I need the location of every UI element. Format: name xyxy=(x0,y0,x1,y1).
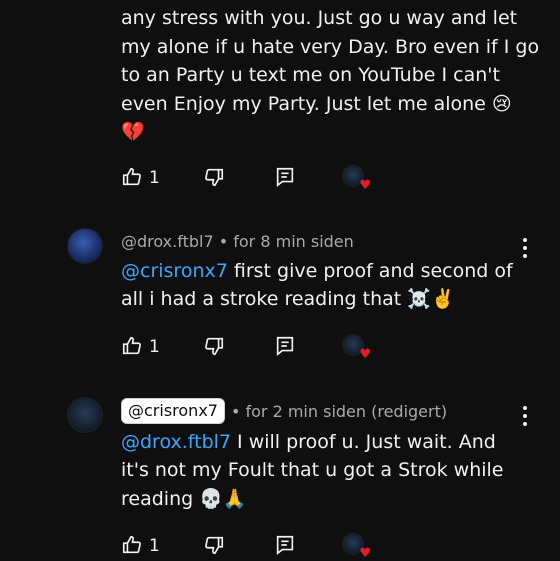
comment-text-line: @drox.ftbl7 I will proof u. Just wait. A… xyxy=(121,428,496,457)
like-count: 1 xyxy=(149,536,160,556)
creator-heart-icon: ♥ xyxy=(343,534,371,560)
comment-header: @drox.ftbl7 • for 8 min siden xyxy=(121,232,354,251)
comment-text: even Enjoy my Party. Just let me alone xyxy=(121,93,486,115)
mention-link[interactable]: @crisronx7 xyxy=(121,260,228,282)
skull-peace-emoji: ☠️✌️ xyxy=(407,288,455,310)
mention-link[interactable]: @drox.ftbl7 xyxy=(121,431,231,453)
like-count: 1 xyxy=(149,168,160,188)
more-vertical-icon[interactable] xyxy=(522,238,528,258)
comment-text: I will proof u. Just wait. And xyxy=(231,431,496,453)
like-count: 1 xyxy=(149,337,160,357)
comment-actions: 1 ♥ xyxy=(121,166,381,192)
timestamp: • for 8 min siden xyxy=(218,232,354,251)
crying-emoji: 😢 xyxy=(491,93,512,115)
thumbs-up-icon[interactable] xyxy=(121,335,143,361)
thumbs-up-icon[interactable] xyxy=(121,166,143,192)
comment-text-line: all i had a stroke reading that ☠️✌️ xyxy=(121,285,455,314)
comment-text: all i had a stroke reading that xyxy=(121,288,408,310)
avatar[interactable] xyxy=(68,398,102,432)
thumbs-down-icon[interactable] xyxy=(203,534,225,560)
timestamp: • for 2 min siden (redigert) xyxy=(230,401,448,421)
reply-icon[interactable] xyxy=(274,166,296,192)
author-name[interactable]: @drox.ftbl7 xyxy=(121,232,214,251)
comment-text-line: even Enjoy my Party. Just let me alone 😢 xyxy=(121,90,512,119)
comment-actions: 1 ♥ xyxy=(121,335,381,361)
avatar[interactable] xyxy=(68,229,102,263)
more-vertical-icon[interactable] xyxy=(522,406,528,426)
creator-heart-icon: ♥ xyxy=(343,166,371,192)
creator-heart-icon: ♥ xyxy=(343,335,371,361)
comment-text-line: @crisronx7 first give proof and second o… xyxy=(121,257,513,286)
reply-icon[interactable] xyxy=(274,335,296,361)
comment-text-line: to an Party u text me on YouTube I can't xyxy=(121,64,500,86)
thumbs-down-icon[interactable] xyxy=(203,166,225,192)
comment-text-line: any stress with you. Just go u way and l… xyxy=(121,7,518,29)
thumbs-down-icon[interactable] xyxy=(203,335,225,361)
comment-text-line: reading 💀🙏 xyxy=(121,485,247,514)
skull-pray-emoji: 💀🙏 xyxy=(199,488,247,510)
broken-heart-emoji: 💔 xyxy=(121,121,145,143)
comment-text: first give proof and second of xyxy=(227,260,513,282)
thumbs-up-icon[interactable] xyxy=(121,534,143,560)
comment-text: reading xyxy=(121,488,200,510)
comment-text-line: my alone if u hate very Day. Bro even if… xyxy=(121,36,540,58)
reply-icon[interactable] xyxy=(274,534,296,560)
comment-header: @crisronx7 • for 2 min siden (redigert) xyxy=(121,398,447,424)
comment-text-line: it's not my Foult that u got a Strok whi… xyxy=(121,459,504,481)
author-name[interactable]: @crisronx7 xyxy=(121,398,225,424)
comment-actions: 1 ♥ xyxy=(121,534,381,560)
